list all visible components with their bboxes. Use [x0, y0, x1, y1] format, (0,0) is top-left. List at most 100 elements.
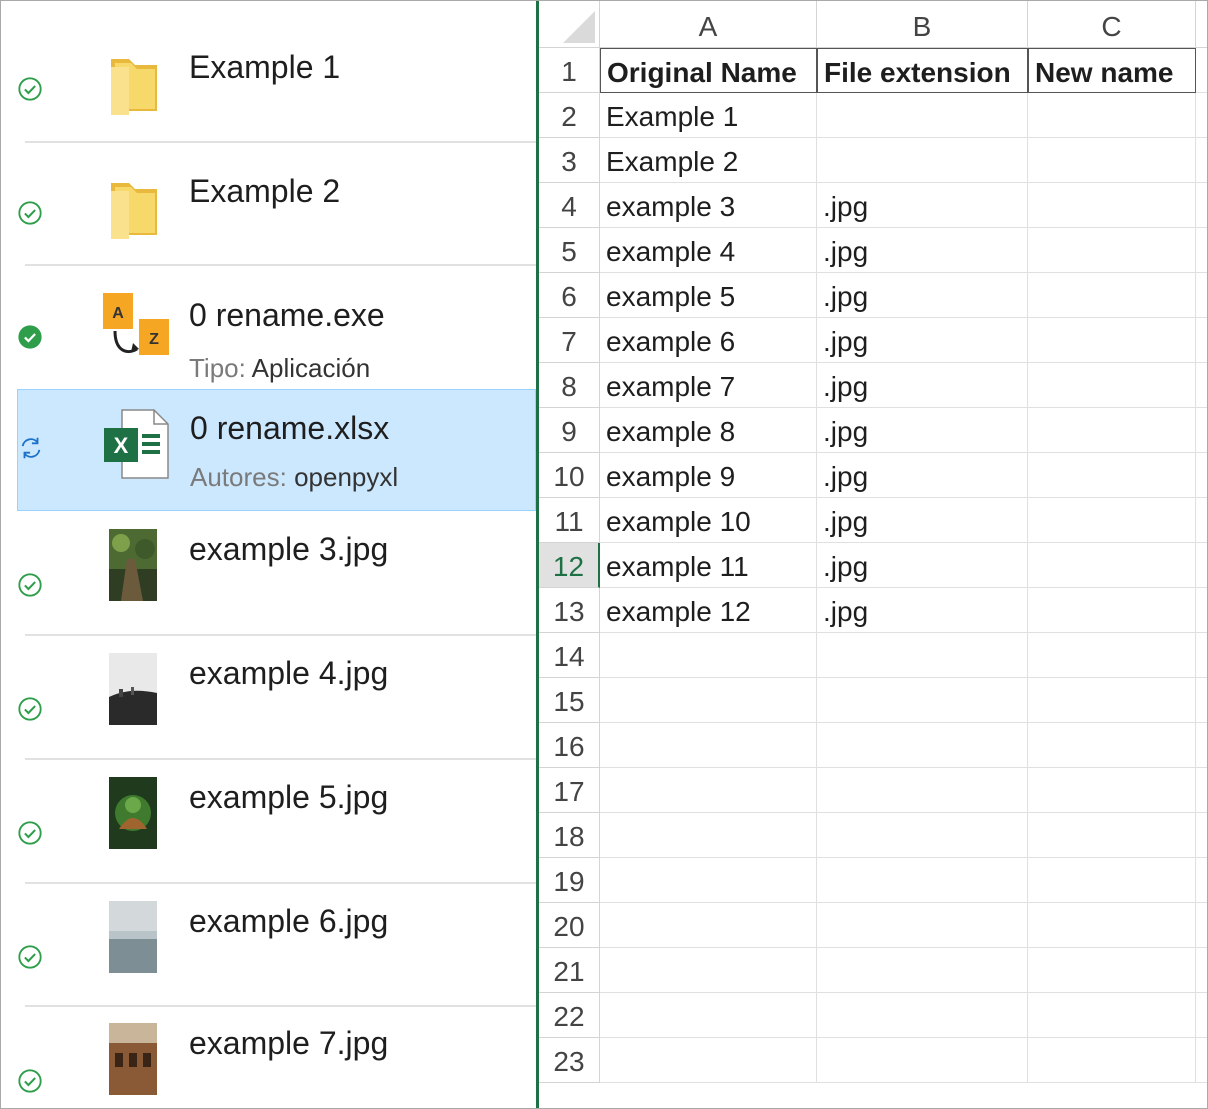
cell-A6[interactable]: example 5: [600, 273, 817, 318]
cell-D21[interactable]: [1196, 948, 1207, 993]
cell-B23[interactable]: [817, 1038, 1028, 1083]
cell-C21[interactable]: [1028, 948, 1196, 993]
row-header-7[interactable]: 7: [539, 318, 600, 363]
cell-D8[interactable]: [1196, 363, 1207, 408]
cell-B9[interactable]: .jpg: [817, 408, 1028, 453]
cell-D12[interactable]: [1196, 543, 1207, 588]
cell-C3[interactable]: [1028, 138, 1196, 183]
cell-B20[interactable]: [817, 903, 1028, 948]
cell-C8[interactable]: [1028, 363, 1196, 408]
cell-B8[interactable]: .jpg: [817, 363, 1028, 408]
cell-D19[interactable]: [1196, 858, 1207, 903]
cell-A5[interactable]: example 4: [600, 228, 817, 273]
column-header-b[interactable]: B: [817, 1, 1028, 48]
row-header-20[interactable]: 20: [539, 903, 600, 948]
file-name[interactable]: example 5.jpg: [189, 779, 388, 816]
file-name[interactable]: example 3.jpg: [189, 531, 388, 568]
cell-A16[interactable]: [600, 723, 817, 768]
file-item-rename-exe[interactable]: AZ 0 rename.exe Tipo: Aplicación: [17, 263, 536, 385]
row-header-16[interactable]: 16: [539, 723, 600, 768]
row-header-10[interactable]: 10: [539, 453, 600, 498]
cell-D2[interactable]: [1196, 93, 1207, 138]
cell-A13[interactable]: example 12: [600, 588, 817, 633]
cell-D7[interactable]: [1196, 318, 1207, 363]
cell-D20[interactable]: [1196, 903, 1207, 948]
cell-C18[interactable]: [1028, 813, 1196, 858]
cell-B21[interactable]: [817, 948, 1028, 993]
column-header-d[interactable]: [1196, 1, 1207, 48]
file-name[interactable]: Example 1: [189, 49, 340, 86]
cell-C23[interactable]: [1028, 1038, 1196, 1083]
row-header-4[interactable]: 4: [539, 183, 600, 228]
file-item-example-2[interactable]: Example 2: [17, 139, 536, 261]
row-header-9[interactable]: 9: [539, 408, 600, 453]
row-header-2[interactable]: 2: [539, 93, 600, 138]
file-name[interactable]: 0 rename.exe: [189, 297, 385, 334]
cell-B4[interactable]: .jpg: [817, 183, 1028, 228]
cell-A8[interactable]: example 7: [600, 363, 817, 408]
select-all-corner[interactable]: [539, 1, 600, 48]
cell-C7[interactable]: [1028, 318, 1196, 363]
cell-A4[interactable]: example 3: [600, 183, 817, 228]
cell-A12[interactable]: example 11: [600, 543, 817, 588]
cell-D17[interactable]: [1196, 768, 1207, 813]
cell-A21[interactable]: [600, 948, 817, 993]
cell-C2[interactable]: [1028, 93, 1196, 138]
cell-A10[interactable]: example 9: [600, 453, 817, 498]
cell-D5[interactable]: [1196, 228, 1207, 273]
cell-B1[interactable]: File extension: [817, 48, 1028, 93]
file-item-rename-xlsx[interactable]: X 0 rename.xlsx Autores: openpyxl: [17, 389, 536, 511]
cell-B2[interactable]: [817, 93, 1028, 138]
cell-A18[interactable]: [600, 813, 817, 858]
cell-A15[interactable]: [600, 678, 817, 723]
cell-D11[interactable]: [1196, 498, 1207, 543]
cell-B13[interactable]: .jpg: [817, 588, 1028, 633]
cell-D22[interactable]: [1196, 993, 1207, 1038]
cell-D14[interactable]: [1196, 633, 1207, 678]
cell-B19[interactable]: [817, 858, 1028, 903]
cell-C5[interactable]: [1028, 228, 1196, 273]
file-item-example-5-jpg[interactable]: example 5.jpg: [17, 759, 536, 881]
file-name[interactable]: example 4.jpg: [189, 655, 388, 692]
cell-D18[interactable]: [1196, 813, 1207, 858]
cell-B14[interactable]: [817, 633, 1028, 678]
cell-B22[interactable]: [817, 993, 1028, 1038]
row-header-15[interactable]: 15: [539, 678, 600, 723]
cell-A22[interactable]: [600, 993, 817, 1038]
cell-A1[interactable]: Original Name: [600, 48, 817, 93]
row-header-19[interactable]: 19: [539, 858, 600, 903]
cell-C20[interactable]: [1028, 903, 1196, 948]
cell-D4[interactable]: [1196, 183, 1207, 228]
row-header-1[interactable]: 1: [539, 48, 600, 93]
column-header-c[interactable]: C: [1028, 1, 1196, 48]
cell-B12[interactable]: .jpg: [817, 543, 1028, 588]
cell-B15[interactable]: [817, 678, 1028, 723]
cell-C10[interactable]: [1028, 453, 1196, 498]
row-header-6[interactable]: 6: [539, 273, 600, 318]
cell-B5[interactable]: .jpg: [817, 228, 1028, 273]
cell-C11[interactable]: [1028, 498, 1196, 543]
cell-A7[interactable]: example 6: [600, 318, 817, 363]
row-header-5[interactable]: 5: [539, 228, 600, 273]
row-header-23[interactable]: 23: [539, 1038, 600, 1083]
cell-D9[interactable]: [1196, 408, 1207, 453]
file-item-example-4-jpg[interactable]: example 4.jpg: [17, 635, 536, 757]
cell-C1[interactable]: New name: [1028, 48, 1196, 93]
cell-B7[interactable]: .jpg: [817, 318, 1028, 363]
row-header-11[interactable]: 11: [539, 498, 600, 543]
cell-D6[interactable]: [1196, 273, 1207, 318]
cell-C9[interactable]: [1028, 408, 1196, 453]
row-header-13[interactable]: 13: [539, 588, 600, 633]
cell-D3[interactable]: [1196, 138, 1207, 183]
cell-C4[interactable]: [1028, 183, 1196, 228]
file-item-example-6-jpg[interactable]: example 6.jpg: [17, 883, 536, 1005]
cell-D13[interactable]: [1196, 588, 1207, 633]
cell-C15[interactable]: [1028, 678, 1196, 723]
cell-B11[interactable]: .jpg: [817, 498, 1028, 543]
cell-B17[interactable]: [817, 768, 1028, 813]
cell-D15[interactable]: [1196, 678, 1207, 723]
cell-A9[interactable]: example 8: [600, 408, 817, 453]
row-header-22[interactable]: 22: [539, 993, 600, 1038]
cell-C13[interactable]: [1028, 588, 1196, 633]
cell-A19[interactable]: [600, 858, 817, 903]
